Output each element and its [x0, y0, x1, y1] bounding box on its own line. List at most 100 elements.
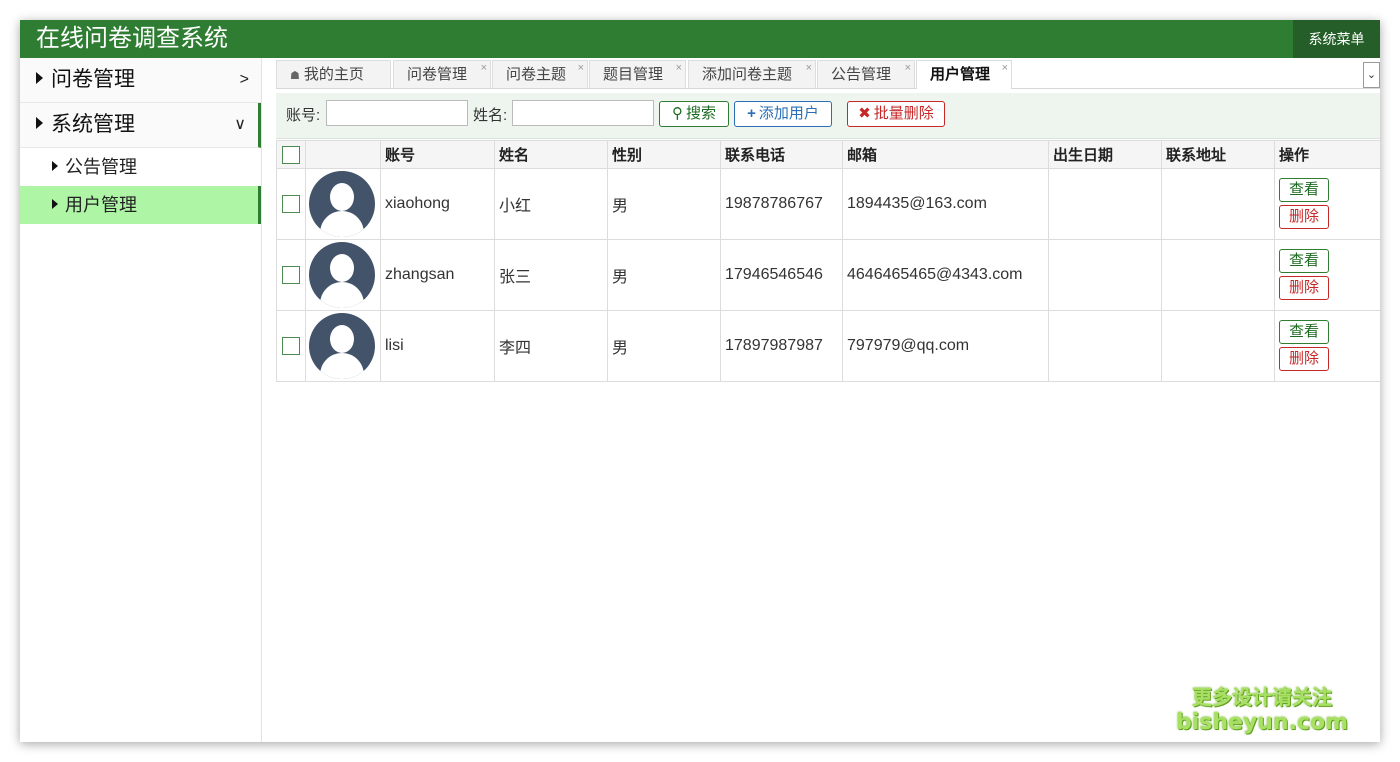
cell-phone: 17946546546	[720, 239, 843, 311]
column-header[interactable]: 性别	[607, 140, 721, 169]
view-button[interactable]: 查看	[1279, 177, 1329, 202]
account-input[interactable]	[326, 100, 468, 126]
cell-name: 张三	[494, 239, 608, 311]
search-icon: ⚲	[671, 105, 683, 122]
cell-gender: 男	[607, 239, 721, 311]
close-icon[interactable]: ×	[905, 54, 911, 82]
add-user-button[interactable]: + 添加用户	[734, 101, 832, 127]
cell-actions: 查看 删除	[1274, 239, 1380, 311]
batch-delete-button-label: 批量删除	[873, 105, 934, 122]
close-icon[interactable]: ×	[676, 54, 682, 82]
table-row: zhangsan 张三 男 17946546546 4646465465@434…	[276, 239, 1380, 311]
cell-name: 小红	[494, 168, 608, 240]
cell-gender: 男	[607, 310, 721, 382]
column-header[interactable]: 联系地址	[1161, 140, 1275, 169]
home-icon: ☗	[290, 70, 300, 82]
tab-notice-manage[interactable]: 公告管理 ×	[817, 60, 915, 88]
sidebar-item-users[interactable]: 用户管理	[20, 186, 261, 224]
sidebar-group-system[interactable]: 系统管理 ∨	[20, 103, 261, 148]
close-icon: ✖	[858, 105, 871, 122]
row-select-cell	[276, 239, 306, 311]
row-checkbox[interactable]	[282, 265, 300, 284]
watermark-line: bisheyun.com	[1175, 710, 1349, 735]
chevron-right-icon: >	[239, 71, 249, 88]
tab-home[interactable]: ☗ 我的主页	[276, 60, 391, 88]
chevron-down-icon: ∨	[234, 116, 246, 133]
account-label: 账号:	[286, 107, 321, 124]
delete-button[interactable]: 删除	[1279, 204, 1329, 229]
tab-label: 用户管理	[930, 66, 991, 83]
user-table: 账号 姓名 性别 联系电话 邮箱 出生日期 联系地址 操作 xiaohong 小…	[276, 140, 1380, 382]
close-icon[interactable]: ×	[1002, 54, 1008, 82]
row-checkbox[interactable]	[282, 194, 300, 213]
tab-question-manage[interactable]: 题目管理 ×	[589, 60, 686, 88]
sidebar: 问卷管理 > 系统管理 ∨ 公告管理 用户管理	[20, 58, 262, 742]
close-icon[interactable]: ×	[806, 54, 812, 82]
tab-scroll-down-icon[interactable]: ⌄	[1363, 62, 1380, 88]
cell-email: 4646465465@4343.com	[842, 239, 1049, 311]
row-select-cell	[276, 310, 306, 382]
view-button[interactable]: 查看	[1279, 248, 1329, 273]
cell-name: 李四	[494, 310, 608, 382]
close-icon[interactable]: ×	[481, 54, 487, 82]
cell-account: lisi	[380, 310, 495, 382]
column-header[interactable]: 姓名	[494, 140, 608, 169]
system-menu-button[interactable]: 系统菜单	[1293, 20, 1380, 58]
batch-delete-button[interactable]: ✖ 批量删除	[847, 101, 945, 127]
row-select-cell	[276, 168, 306, 240]
cell-phone: 19878786767	[720, 168, 843, 240]
sidebar-item-label: 用户管理	[65, 195, 137, 215]
row-checkbox[interactable]	[282, 336, 300, 355]
cell-birth	[1048, 239, 1162, 311]
column-header[interactable]: 出生日期	[1048, 140, 1162, 169]
table-row: xiaohong 小红 男 19878786767 1894435@163.co…	[276, 168, 1380, 240]
add-user-button-label: 添加用户	[758, 105, 819, 122]
top-header: 在线问卷调查系统 系统菜单	[20, 20, 1380, 58]
cell-address	[1161, 168, 1275, 240]
tab-survey-topic[interactable]: 问卷主题 ×	[492, 60, 588, 88]
caret-right-icon	[52, 161, 58, 172]
column-header[interactable]: 账号	[380, 140, 495, 169]
tab-bar: ☗ 我的主页 问卷管理 × 问卷主题 × 题目管理 × 添加问卷主题 × 公告管理 × 用户…	[276, 60, 1380, 89]
avatar	[309, 171, 375, 237]
view-button[interactable]: 查看	[1279, 319, 1329, 344]
cell-gender: 男	[607, 168, 721, 240]
tab-add-topic[interactable]: 添加问卷主题 ×	[688, 60, 816, 88]
search-button[interactable]: ⚲ 搜索	[659, 101, 729, 127]
avatar	[309, 313, 375, 379]
tab-label: 题目管理	[603, 66, 664, 83]
column-header[interactable]: 邮箱	[842, 140, 1049, 169]
table-header-row: 账号 姓名 性别 联系电话 邮箱 出生日期 联系地址 操作	[276, 140, 1380, 169]
cell-birth	[1048, 168, 1162, 240]
select-all-checkbox[interactable]	[282, 145, 300, 164]
watermark-line: 更多设计请关注	[1192, 685, 1332, 709]
tab-label: 添加问卷主题	[702, 66, 793, 83]
caret-right-icon	[52, 199, 58, 210]
cell-actions: 查看 删除	[1274, 168, 1380, 240]
column-header[interactable]: 联系电话	[720, 140, 843, 169]
cell-phone: 17897987987	[720, 310, 843, 382]
column-header-avatar	[305, 140, 381, 169]
sidebar-group-survey[interactable]: 问卷管理 >	[20, 58, 261, 103]
cell-address	[1161, 310, 1275, 382]
search-button-label: 搜索	[685, 105, 716, 122]
name-input[interactable]	[512, 100, 654, 126]
sidebar-item-label: 公告管理	[65, 157, 137, 177]
tab-survey-manage[interactable]: 问卷管理 ×	[393, 60, 491, 88]
tab-user-manage[interactable]: 用户管理 ×	[916, 60, 1012, 89]
tab-label: 问卷管理	[407, 66, 468, 83]
caret-right-icon	[36, 72, 43, 85]
cell-birth	[1048, 310, 1162, 382]
close-icon[interactable]: ×	[578, 54, 584, 82]
cell-actions: 查看 删除	[1274, 310, 1380, 382]
plus-icon: +	[747, 105, 756, 122]
avatar	[309, 242, 375, 308]
tab-label: 问卷主题	[506, 66, 567, 83]
select-all-cell	[276, 140, 306, 169]
delete-button[interactable]: 删除	[1279, 346, 1329, 371]
sidebar-item-notice[interactable]: 公告管理	[20, 148, 261, 186]
sidebar-group-label: 系统管理	[51, 113, 135, 136]
cell-email: 797979@qq.com	[842, 310, 1049, 382]
delete-button[interactable]: 删除	[1279, 275, 1329, 300]
app-title: 在线问卷调查系统	[36, 25, 228, 52]
